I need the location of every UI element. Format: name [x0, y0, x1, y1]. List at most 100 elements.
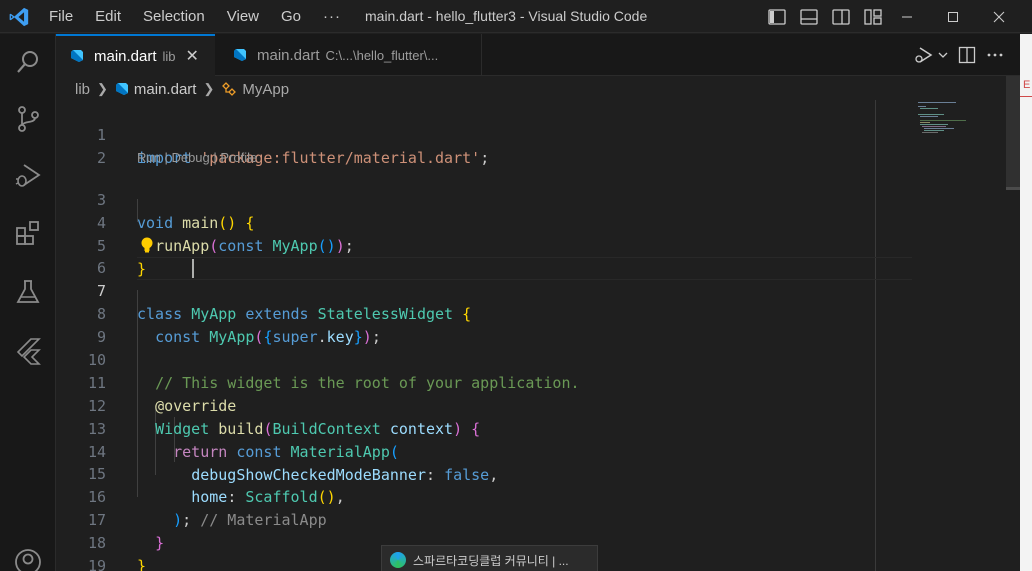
minimap-line — [924, 128, 954, 129]
minimap-line — [918, 102, 956, 103]
tab-main-dart-hello-flutter[interactable]: main.dart C:\...\hello_flutter\... — [215, 34, 482, 76]
vscode-logo-icon — [9, 7, 29, 27]
codelens-run-debug-profile[interactable]: Run | Debug | Profile — [137, 148, 257, 168]
tab-description: C:\...\hello_flutter\... — [325, 47, 439, 63]
text-cursor — [192, 259, 194, 278]
activity-bar — [0, 34, 56, 571]
activity-extensions[interactable] — [0, 205, 56, 261]
layout-controls — [764, 6, 886, 28]
minimize-button[interactable] — [884, 0, 930, 33]
customize-layout-icon[interactable] — [860, 6, 886, 28]
breadcrumb-file[interactable]: main.dart — [134, 81, 197, 98]
breadcrumb-separator-icon: ❯ — [97, 81, 108, 96]
code-line: 11 @override — [56, 349, 912, 415]
tab-label: main.dart — [94, 47, 157, 65]
minimap-line — [920, 124, 948, 125]
breadcrumb-separator-icon: ❯ — [203, 81, 215, 96]
code-line: 15 home: Scaffold(), — [56, 440, 912, 506]
minimap-line — [922, 126, 946, 127]
code-line: 18 } — [56, 509, 912, 571]
background-window-line — [1020, 96, 1032, 97]
code-line: 13 return const MaterialApp( — [56, 395, 912, 461]
dart-file-icon — [71, 50, 83, 62]
breadcrumb: lib ❯ main.dart ❯ MyApp — [56, 77, 289, 101]
flutter-icon — [16, 338, 41, 365]
account-icon — [15, 549, 41, 571]
toggle-secondary-sidebar-icon[interactable] — [828, 6, 854, 28]
code-line: 4 runApp(const MyApp()); — [56, 189, 912, 255]
minimap-line — [920, 122, 930, 123]
breadcrumb-symbol[interactable]: MyApp — [242, 81, 289, 98]
title-bar: File Edit Selection View Go ··· main.dar… — [0, 0, 1032, 33]
code-line: 6 — [56, 234, 912, 277]
dart-file-icon — [115, 82, 129, 96]
vertical-scrollbar-thumb[interactable] — [1006, 76, 1020, 188]
tab-main-dart-lib[interactable]: main.dart lib ✕ — [56, 34, 215, 76]
minimap-line — [922, 132, 938, 133]
menu-edit[interactable]: Edit — [84, 8, 132, 25]
code-line: 7 class MyApp extends StatelessWidget { — [56, 257, 912, 323]
breadcrumb-folder[interactable]: lib — [75, 81, 90, 98]
code-editor[interactable]: 1 import 'package:flutter/material.dart'… — [56, 100, 1020, 571]
run-debug-icon — [915, 47, 933, 63]
close-icon — [993, 11, 1005, 22]
token: } — [137, 557, 147, 571]
editor-tab-bar: main.dart lib ✕ main.dart C:\...\hello_f… — [56, 34, 1020, 76]
split-editor-icon[interactable] — [958, 46, 976, 64]
run-debug-icon — [15, 164, 41, 187]
minimap-line — [924, 130, 944, 131]
activity-explorer[interactable] — [0, 34, 56, 90]
code-line: 8 const MyApp({super.key}); — [56, 280, 912, 346]
activity-account[interactable] — [0, 534, 56, 571]
lightbulb-icon[interactable] — [140, 236, 154, 254]
toggle-primary-sidebar-icon[interactable] — [764, 6, 790, 28]
code-line: 16 ); // MaterialApp — [56, 463, 912, 529]
browser-window-preview[interactable]: 스파르타코딩클럽 커뮤니티 | ... — [381, 545, 598, 571]
activity-source-control[interactable] — [0, 91, 56, 147]
tab-description: lib — [162, 48, 176, 64]
code-line: 12 Widget build(BuildContext context) { — [56, 372, 912, 438]
menu-view[interactable]: View — [216, 8, 270, 25]
toggle-panel-icon[interactable] — [796, 6, 822, 28]
code-line: 1 import 'package:flutter/material.dart'… — [56, 101, 912, 167]
explorer-icon — [17, 51, 38, 73]
menu-selection[interactable]: Selection — [132, 8, 216, 25]
close-window-button[interactable] — [976, 0, 1022, 33]
minimap-line — [920, 108, 938, 109]
chevron-down-icon — [938, 52, 948, 58]
code-line: 3 void main() { — [56, 166, 912, 232]
source-control-icon — [18, 106, 39, 132]
tab-label: main.dart — [257, 46, 320, 64]
testing-icon — [16, 280, 40, 303]
code-line: 17 } — [56, 486, 912, 552]
extensions-icon — [16, 221, 39, 245]
minimap-line — [918, 114, 944, 115]
menu-file[interactable]: File — [38, 8, 84, 25]
activity-testing[interactable] — [0, 264, 56, 320]
editor-actions — [914, 34, 1020, 76]
run-dropdown-button[interactable] — [914, 45, 948, 65]
scrollbar-cursor-marker — [1006, 187, 1020, 190]
maximize-icon — [948, 11, 958, 22]
minimap[interactable] — [918, 100, 978, 140]
minimap-line — [920, 120, 966, 121]
code-line: 10 // This widget is the root of your ap… — [56, 326, 912, 392]
line-number: 19 — [87, 557, 106, 571]
activity-flutter[interactable] — [0, 323, 56, 379]
maximize-button[interactable] — [930, 0, 976, 33]
background-window-mark: E — [1023, 79, 1031, 91]
tab-close-icon[interactable]: ✕ — [186, 46, 199, 66]
menu-more[interactable]: ··· — [312, 8, 352, 25]
activity-run-debug[interactable] — [0, 147, 56, 203]
menu-go[interactable]: Go — [270, 8, 312, 25]
browser-window-title: 스파르타코딩클럽 커뮤니티 | ... — [413, 553, 569, 568]
code-line: 9 — [56, 303, 912, 346]
minimap-line — [920, 116, 938, 117]
class-symbol-icon — [221, 82, 237, 96]
dart-file-icon — [234, 49, 246, 61]
window-title: main.dart - hello_flutter3 - Visual Stud… — [365, 8, 648, 24]
token: ; — [480, 149, 490, 167]
more-actions-icon[interactable] — [986, 46, 1004, 64]
menu-bar: File Edit Selection View Go ··· — [38, 0, 352, 33]
background-window-edge: E — [1020, 34, 1032, 571]
